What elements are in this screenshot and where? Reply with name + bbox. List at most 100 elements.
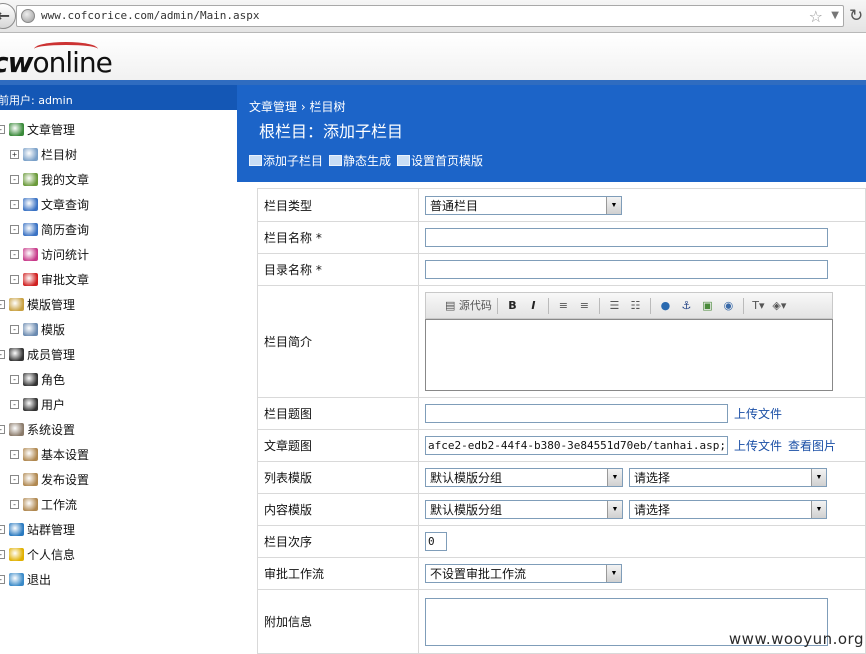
expand-toggle-icon[interactable]: - — [0, 300, 5, 309]
chevron-down-icon[interactable]: ▼ — [831, 10, 839, 21]
list-template-select[interactable]: 请选择 ▼ — [629, 468, 827, 487]
browser-address-bar: ← www.cofcorice.com/admin/Main.aspx ☆ ▼ … — [0, 0, 866, 33]
url-field[interactable]: www.cofcorice.com/admin/Main.aspx ☆ ▼ — [16, 5, 844, 27]
column-order-input[interactable]: 0 — [425, 532, 447, 551]
expand-toggle-icon[interactable]: - — [10, 225, 19, 234]
flash-icon[interactable]: ◉ — [719, 297, 738, 314]
watermark: www.wooyun.org — [728, 630, 864, 648]
rich-text-editor: ▤ 源代码 B I ≡ ≡ ☰ ☷ ● ⚓ ▣ ◉ T▾ ◈▾ — [425, 292, 833, 391]
expand-toggle-icon[interactable]: - — [10, 175, 19, 184]
bullet-list-icon[interactable]: ☷ — [626, 297, 645, 314]
sidebar-item[interactable]: - 系统设置 — [0, 417, 75, 442]
form-cell — [418, 253, 866, 286]
bookmark-star-icon[interactable]: ☆ — [809, 7, 823, 26]
sidebar-item-label: 发布设置 — [41, 473, 90, 487]
static-generate-button[interactable]: 静态生成 — [329, 152, 391, 169]
column-type-select[interactable]: 普通栏目 ▼ — [425, 195, 622, 215]
expand-toggle-icon[interactable]: - — [0, 125, 5, 134]
sidebar-item[interactable]: - 站群管理 — [0, 517, 75, 542]
reload-icon[interactable]: ↻ — [849, 6, 863, 26]
image-icon[interactable]: ▣ — [698, 297, 717, 314]
expand-toggle-icon[interactable]: - — [10, 250, 19, 259]
sidebar-item-label: 工作流 — [41, 498, 78, 512]
content-template-select[interactable]: 请选择 ▼ — [629, 500, 827, 519]
expand-toggle-icon[interactable]: - — [0, 350, 5, 359]
link-globe-icon[interactable]: ● — [656, 297, 675, 314]
expand-toggle-icon[interactable]: - — [10, 450, 19, 459]
form-row: 栏目名称 * — [257, 221, 866, 254]
content-template-label: 内容模版 — [257, 493, 419, 526]
sidebar-item[interactable]: - 角色 — [10, 367, 65, 392]
template-icon — [397, 155, 411, 166]
form-cell: 0 — [418, 525, 866, 558]
add-icon — [249, 155, 262, 166]
expand-toggle-icon[interactable]: - — [10, 500, 19, 509]
column-name-input[interactable] — [425, 228, 828, 247]
article-image-input[interactable]: afce2-edb2-44f4-b380-3e84551d70eb/tanhai… — [425, 436, 728, 455]
form-row: 栏目类型 普通栏目 ▼ — [257, 188, 866, 222]
sidebar-item[interactable]: - 成员管理 — [0, 342, 75, 367]
current-user-label: 前用户: admin — [0, 94, 73, 107]
directory-name-input[interactable] — [425, 260, 828, 279]
upload-file-link[interactable]: 上传文件 — [734, 439, 782, 453]
settings-icon — [23, 473, 38, 486]
sidebar-item[interactable]: - 文章查询 — [10, 192, 89, 217]
sidebar-item[interactable]: - 模版管理 — [0, 292, 75, 317]
sidebar-item[interactable]: - 基本设置 — [10, 442, 89, 467]
content-template-group-select[interactable]: 默认模版分组 ▼ — [425, 500, 623, 519]
align-left-icon[interactable]: ≡ — [554, 297, 573, 314]
page-title: 根栏目：添加子栏目 — [259, 122, 404, 141]
sidebar-item[interactable]: - 个人信息 — [0, 542, 75, 567]
expand-toggle-icon[interactable]: - — [0, 425, 5, 434]
background-color-icon[interactable]: ◈▾ — [770, 297, 789, 314]
sidebar-item-label: 审批文章 — [41, 273, 90, 287]
toolbar-separator — [547, 297, 549, 314]
add-subcolumn-button[interactable]: 添加子栏目 — [249, 152, 323, 169]
expand-toggle-icon[interactable]: - — [0, 575, 5, 584]
upload-file-link[interactable]: 上传文件 — [734, 407, 782, 421]
column-image-input[interactable] — [425, 404, 728, 423]
source-button-label: 源代码 — [458, 299, 492, 312]
sidebar-item[interactable]: + 栏目树 — [10, 142, 77, 167]
sidebar-item[interactable]: - 文章管理 — [0, 117, 75, 142]
back-button[interactable]: ← — [0, 3, 16, 29]
text-color-icon[interactable]: T▾ — [749, 297, 768, 314]
align-center-icon[interactable]: ≡ — [575, 297, 594, 314]
ordered-list-icon[interactable]: ☰ — [605, 297, 624, 314]
breadcrumb-item[interactable]: 栏目树 — [309, 100, 345, 114]
content-template-group-value: 默认模版分组 — [430, 503, 503, 517]
expand-toggle-icon[interactable]: + — [10, 150, 19, 159]
sidebar-item[interactable]: - 工作流 — [10, 492, 77, 517]
view-image-link[interactable]: 查看图片 — [788, 439, 836, 453]
expand-toggle-icon[interactable]: - — [10, 200, 19, 209]
expand-toggle-icon[interactable]: - — [10, 325, 19, 334]
sidebar-item[interactable]: - 发布设置 — [10, 467, 89, 492]
form-cell: 不设置审批工作流 ▼ — [418, 557, 866, 590]
sidebar-item[interactable]: - 用户 — [10, 392, 65, 417]
set-home-template-button[interactable]: 设置首页模版 — [397, 152, 483, 169]
expand-toggle-icon[interactable]: - — [0, 525, 5, 534]
sidebar-item[interactable]: - 退出 — [0, 567, 51, 592]
toolbar-separator — [598, 297, 600, 314]
sidebar-item[interactable]: - 模版 — [10, 317, 65, 342]
expand-toggle-icon[interactable]: - — [10, 400, 19, 409]
sidebar-item[interactable]: - 访问统计 — [10, 242, 89, 267]
sidebar-item[interactable]: - 审批文章 — [10, 267, 89, 292]
sidebar-item[interactable]: - 简历查询 — [10, 217, 89, 242]
editor-content-area[interactable] — [425, 319, 833, 391]
expand-toggle-icon[interactable]: - — [10, 275, 19, 284]
form-row: 内容模版 默认模版分组 ▼ 请选择 ▼ — [257, 493, 866, 526]
source-button[interactable]: ▤ 源代码 — [445, 297, 492, 314]
bold-icon[interactable]: B — [503, 297, 522, 314]
expand-toggle-icon[interactable]: - — [10, 375, 19, 384]
workflow-select[interactable]: 不设置审批工作流 ▼ — [425, 564, 622, 583]
expand-toggle-icon[interactable]: - — [0, 550, 5, 559]
anchor-icon[interactable]: ⚓ — [677, 297, 696, 314]
list-template-group-select[interactable]: 默认模版分组 ▼ — [425, 468, 623, 487]
users-icon — [9, 348, 24, 361]
sidebar-item-label: 文章查询 — [41, 198, 90, 212]
expand-toggle-icon[interactable]: - — [10, 475, 19, 484]
sidebar-item[interactable]: - 我的文章 — [10, 167, 89, 192]
italic-icon[interactable]: I — [524, 297, 543, 314]
breadcrumb-item[interactable]: 文章管理 — [249, 100, 297, 114]
